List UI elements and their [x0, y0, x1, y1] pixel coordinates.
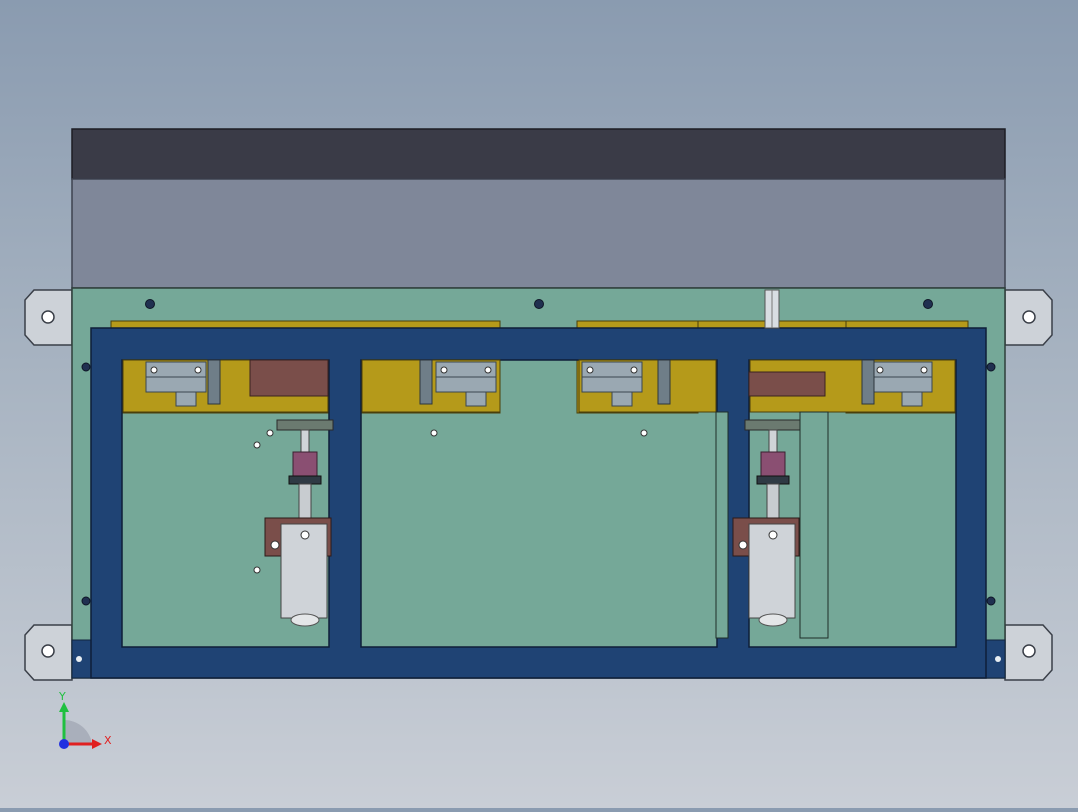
triad-arc — [64, 719, 92, 744]
post-1 — [207, 359, 221, 405]
slide-block-1-screw — [194, 366, 202, 374]
cylinder-left-mount-hole — [270, 540, 280, 550]
ear-hole — [1022, 644, 1036, 658]
bracket-right — [748, 371, 826, 397]
top-hood — [71, 128, 1006, 289]
vertical-rod — [764, 289, 780, 329]
machine-assembly-front-view: Y X — [24, 128, 1053, 749]
cylinder-left-bellows — [292, 451, 318, 479]
cylinder-left-rod — [298, 483, 312, 519]
slide-block-4-foot — [901, 391, 923, 407]
cylinder-right-mount-hole — [738, 540, 748, 550]
cylinder-right-flange — [744, 419, 802, 431]
post-2 — [419, 359, 433, 405]
bracket-left — [249, 359, 329, 397]
guide-panel — [799, 411, 829, 639]
hole-1 — [253, 441, 261, 449]
cylinder-right-port — [768, 530, 778, 540]
bolt — [81, 362, 91, 372]
post-3 — [657, 359, 671, 405]
bolt — [986, 362, 996, 372]
bolt — [923, 299, 933, 309]
cylinder-left-shaft — [300, 429, 310, 453]
y-axis-label: Y — [58, 690, 66, 703]
slide-block-3-screw — [630, 366, 638, 374]
cylinder-right-collar — [756, 475, 790, 485]
bolt — [534, 299, 544, 309]
hole-2 — [253, 566, 261, 574]
cylinder-right-rod — [766, 483, 780, 519]
cylinder-right-bellows — [760, 451, 786, 479]
ear-hole — [1022, 310, 1036, 324]
bolt — [81, 596, 91, 606]
cad-viewport[interactable]: Y X — [0, 0, 1078, 808]
cylinder-right-shaft — [768, 429, 778, 453]
x-axis-head — [92, 739, 102, 749]
slide-block-2-screw — [440, 366, 448, 374]
slide-block-4-screw — [920, 366, 928, 374]
cylinder-left-collar — [288, 475, 322, 485]
slide-block-2-screw — [484, 366, 492, 374]
bolt — [986, 596, 996, 606]
hole-5 — [266, 429, 274, 437]
bolt — [145, 299, 155, 309]
slide-block-4-screw — [876, 366, 884, 374]
slide-block-1-screw — [150, 366, 158, 374]
cylinder-left-flange — [276, 419, 334, 431]
z-axis-dot — [59, 739, 69, 749]
ear-hole — [41, 310, 55, 324]
slide-block-1-foot — [175, 391, 197, 407]
hole-4 — [640, 429, 648, 437]
y-axis-head — [59, 702, 69, 712]
hood-dark-band — [71, 128, 1006, 180]
x-axis-label: X — [104, 734, 112, 747]
hole-3 — [430, 429, 438, 437]
coordinate-triad: Y X — [58, 690, 112, 749]
screw-hole — [995, 656, 1001, 662]
hood-panel — [71, 178, 1006, 289]
slide-block-2-foot — [465, 391, 487, 407]
cylinder-left-port — [300, 530, 310, 540]
cylinder-right-end-cap — [758, 613, 788, 627]
cylinder-left-end-cap — [290, 613, 320, 627]
guide-left-edge — [715, 411, 729, 639]
screw-hole — [76, 656, 82, 662]
post-4 — [861, 359, 875, 405]
slide-block-3-foot — [611, 391, 633, 407]
slide-block-3-screw — [586, 366, 594, 374]
ear-hole — [41, 644, 55, 658]
